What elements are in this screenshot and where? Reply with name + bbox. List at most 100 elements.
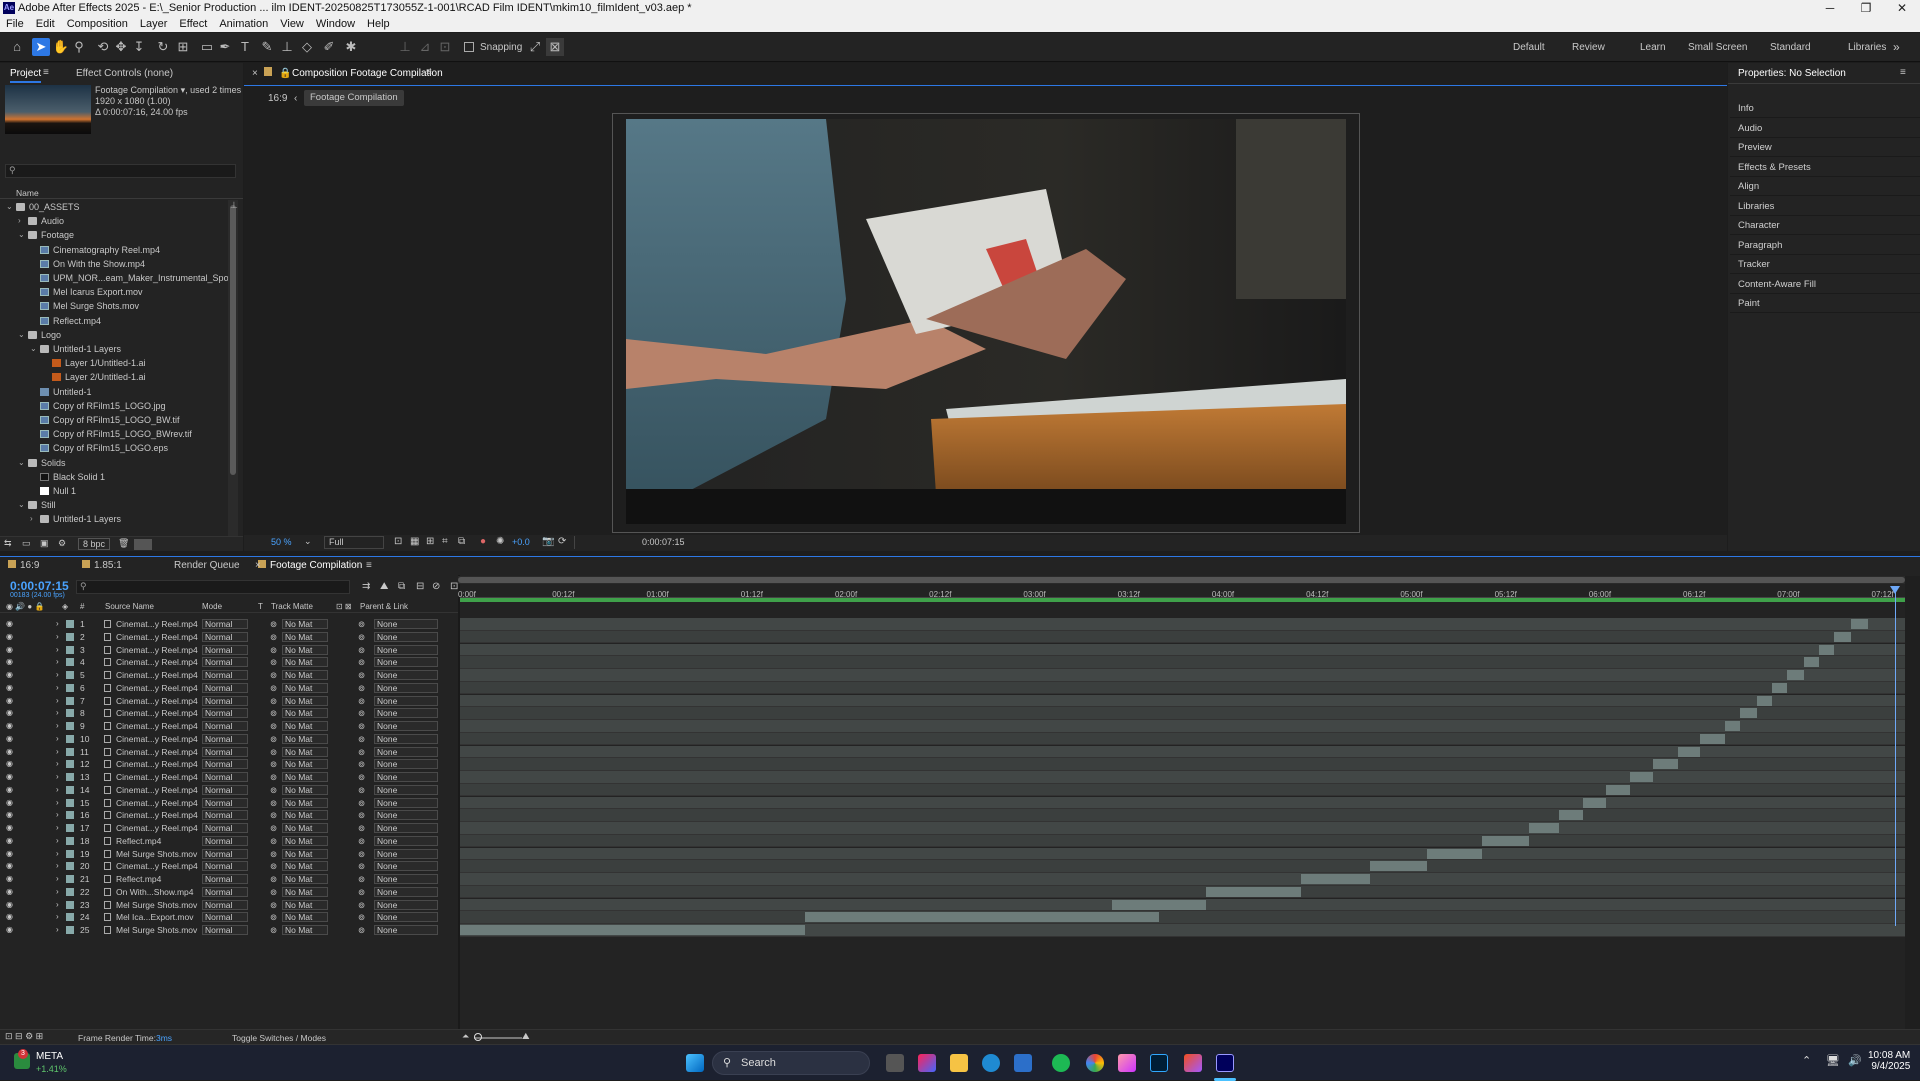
snapshot-icon[interactable]: 📷 bbox=[542, 536, 554, 547]
color-channels-icon[interactable]: ● bbox=[480, 536, 486, 547]
project-item[interactable]: Layer 2/Untitled-1.ai bbox=[0, 370, 228, 384]
layer-mode-dropdown[interactable]: Normal bbox=[202, 695, 248, 706]
eye-icon[interactable]: ◉ bbox=[6, 809, 13, 821]
pen-tool-icon[interactable]: ✒ bbox=[216, 38, 234, 56]
layer-row[interactable]: ◉ › 20 Cinemat...y Reel.mp4 Normal ⊚ No Mat ⊚ No… bbox=[0, 860, 458, 873]
matte-link-icon[interactable]: ⊚ bbox=[270, 835, 277, 847]
matte-link-icon[interactable]: ⊚ bbox=[270, 784, 277, 796]
timeline-tab[interactable]: Footage Compilation bbox=[270, 560, 362, 571]
eye-icon[interactable]: ◉ bbox=[6, 924, 13, 936]
layer-mode-dropdown[interactable]: Normal bbox=[202, 657, 248, 668]
layer-mode-dropdown[interactable]: Normal bbox=[202, 925, 248, 935]
timeline-current-time[interactable]: 0:00:07:15 bbox=[10, 579, 69, 593]
matte-link-icon[interactable]: ⊚ bbox=[270, 656, 277, 668]
parent-dropdown[interactable]: None bbox=[374, 848, 438, 859]
parent-dropdown[interactable]: None bbox=[374, 631, 438, 642]
workspace-learn[interactable]: Learn bbox=[1640, 42, 1666, 53]
pick-whip-icon[interactable]: ⊚ bbox=[358, 860, 365, 872]
eye-icon[interactable]: ◉ bbox=[6, 631, 13, 643]
network-icon[interactable]: 🖥 bbox=[1826, 1054, 1840, 1067]
pick-whip-icon[interactable]: ⊚ bbox=[358, 848, 365, 860]
pick-whip-icon[interactable]: ⊚ bbox=[358, 720, 365, 732]
3d-view-icon[interactable]: ⧉ bbox=[458, 536, 465, 547]
timeline-tab[interactable]: 1.85:1 bbox=[94, 560, 122, 571]
track-row[interactable] bbox=[460, 873, 1905, 886]
matte-link-icon[interactable]: ⊚ bbox=[270, 746, 277, 758]
label-color-icon[interactable] bbox=[66, 887, 74, 896]
layer-duration-bar[interactable] bbox=[1818, 644, 1834, 655]
label-color-icon[interactable] bbox=[66, 696, 74, 705]
chevron-right-icon[interactable]: › bbox=[56, 707, 59, 719]
matte-link-icon[interactable]: ⊚ bbox=[270, 848, 277, 860]
layer-row[interactable]: ◉ › 16 Cinemat...y Reel.mp4 Normal ⊚ No Mat ⊚ No… bbox=[0, 809, 458, 822]
label-color-icon[interactable] bbox=[66, 620, 74, 628]
layer-name[interactable]: Cinemat...y Reel.mp4 bbox=[116, 695, 198, 707]
chevron-down-icon[interactable]: ⌄ bbox=[18, 328, 25, 342]
column-source-name[interactable]: Source Name bbox=[105, 601, 154, 613]
world-axis-icon[interactable]: ⊿ bbox=[416, 38, 434, 56]
layer-name[interactable]: Cinemat...y Reel.mp4 bbox=[116, 631, 198, 643]
eye-icon[interactable]: ◉ bbox=[6, 886, 13, 898]
layer-row[interactable]: ◉ › 23 Mel Surge Shots.mov Normal ⊚ No Mat ⊚ Non… bbox=[0, 899, 458, 912]
pick-whip-icon[interactable]: ⊚ bbox=[358, 695, 365, 707]
project-item[interactable]: Reflect.mp4 bbox=[0, 314, 228, 328]
track-matte-dropdown[interactable]: No Mat bbox=[282, 823, 328, 833]
chevron-right-icon[interactable]: › bbox=[56, 873, 59, 885]
track-row[interactable] bbox=[460, 732, 1905, 746]
chevron-right-icon[interactable]: › bbox=[56, 784, 59, 796]
pick-whip-icon[interactable]: ⊚ bbox=[358, 835, 365, 847]
layer-duration-bar[interactable] bbox=[1630, 772, 1653, 782]
parent-dropdown[interactable]: None bbox=[374, 784, 438, 795]
layer-mode-dropdown[interactable]: Normal bbox=[202, 886, 248, 897]
menu-effect[interactable]: Effect bbox=[173, 16, 213, 32]
pick-whip-icon[interactable]: ⊚ bbox=[358, 656, 365, 668]
taskbar-search-box[interactable]: ⚲ Search bbox=[712, 1051, 870, 1075]
properties-section-paint[interactable]: Paint bbox=[1730, 294, 1920, 313]
column-number[interactable]: # bbox=[80, 601, 84, 613]
workspace-more-icon[interactable]: » bbox=[1893, 40, 1900, 54]
label-color-icon[interactable] bbox=[66, 875, 74, 883]
panel-menu-icon[interactable]: ≡ bbox=[1900, 67, 1906, 78]
snap-options-icon[interactable]: ⤢ bbox=[526, 38, 544, 56]
eye-icon[interactable]: ◉ bbox=[6, 784, 13, 796]
layer-mode-dropdown[interactable]: Normal bbox=[202, 810, 248, 821]
layer-row[interactable]: ◉ › 10 Cinemat...y Reel.mp4 Normal ⊚ No Mat ⊚ No… bbox=[0, 733, 458, 746]
timeline-zoom-handle[interactable] bbox=[474, 1033, 482, 1041]
chevron-right-icon[interactable]: › bbox=[56, 746, 59, 758]
align-axis-icon[interactable]: ⊥ bbox=[396, 38, 414, 56]
layer-mode-dropdown[interactable]: Normal bbox=[202, 644, 248, 655]
flowchart-icon[interactable]: ⊥ bbox=[230, 200, 238, 211]
eye-icon[interactable]: ◉ bbox=[6, 669, 13, 681]
matte-link-icon[interactable]: ⊚ bbox=[270, 822, 277, 834]
layer-row[interactable]: ◉ › 7 Cinemat...y Reel.mp4 Normal ⊚ No Mat ⊚ Non… bbox=[0, 695, 458, 708]
parent-dropdown[interactable]: None bbox=[374, 682, 438, 693]
track-matte-dropdown[interactable]: No Mat bbox=[282, 682, 328, 693]
pick-whip-icon[interactable]: ⊚ bbox=[358, 733, 365, 745]
clock[interactable]: 10:08 AM 9/4/2025 bbox=[1868, 1050, 1910, 1072]
layer-row[interactable]: ◉ › 4 Cinemat...y Reel.mp4 Normal ⊚ No Mat ⊚ Non… bbox=[0, 656, 458, 669]
project-item[interactable]: On With the Show.mp4 bbox=[0, 257, 228, 271]
track-row[interactable] bbox=[460, 885, 1905, 899]
close-icon[interactable]: ✕ bbox=[1887, 0, 1917, 16]
file-explorer-icon[interactable] bbox=[950, 1054, 968, 1072]
task-view-icon[interactable] bbox=[886, 1054, 904, 1072]
layer-mode-dropdown[interactable]: Normal bbox=[202, 848, 248, 859]
matte-link-icon[interactable]: ⊚ bbox=[270, 618, 277, 630]
figma-icon[interactable] bbox=[1184, 1054, 1202, 1072]
edge-icon[interactable] bbox=[982, 1054, 1000, 1072]
layer-duration-bar[interactable] bbox=[1786, 670, 1804, 680]
track-row[interactable] bbox=[460, 643, 1905, 657]
layer-row[interactable]: ◉ › 13 Cinemat...y Reel.mp4 Normal ⊚ No Mat ⊚ No… bbox=[0, 771, 458, 784]
matte-link-icon[interactable]: ⊚ bbox=[270, 720, 277, 732]
zoom-out-icon[interactable]: ⏶ bbox=[462, 1031, 469, 1042]
properties-section-info[interactable]: Info bbox=[1730, 99, 1920, 118]
track-row[interactable] bbox=[460, 834, 1905, 848]
layer-duration-bar[interactable] bbox=[1528, 823, 1559, 833]
label-color-icon[interactable] bbox=[66, 709, 74, 718]
layer-mode-dropdown[interactable]: Normal bbox=[202, 797, 248, 808]
matte-link-icon[interactable]: ⊚ bbox=[270, 809, 277, 821]
pick-whip-icon[interactable]: ⊚ bbox=[358, 746, 365, 758]
layer-name[interactable]: On With...Show.mp4 bbox=[116, 886, 193, 898]
chevron-down-icon[interactable]: ⌄ bbox=[18, 228, 25, 242]
matte-link-icon[interactable]: ⊚ bbox=[270, 899, 277, 911]
